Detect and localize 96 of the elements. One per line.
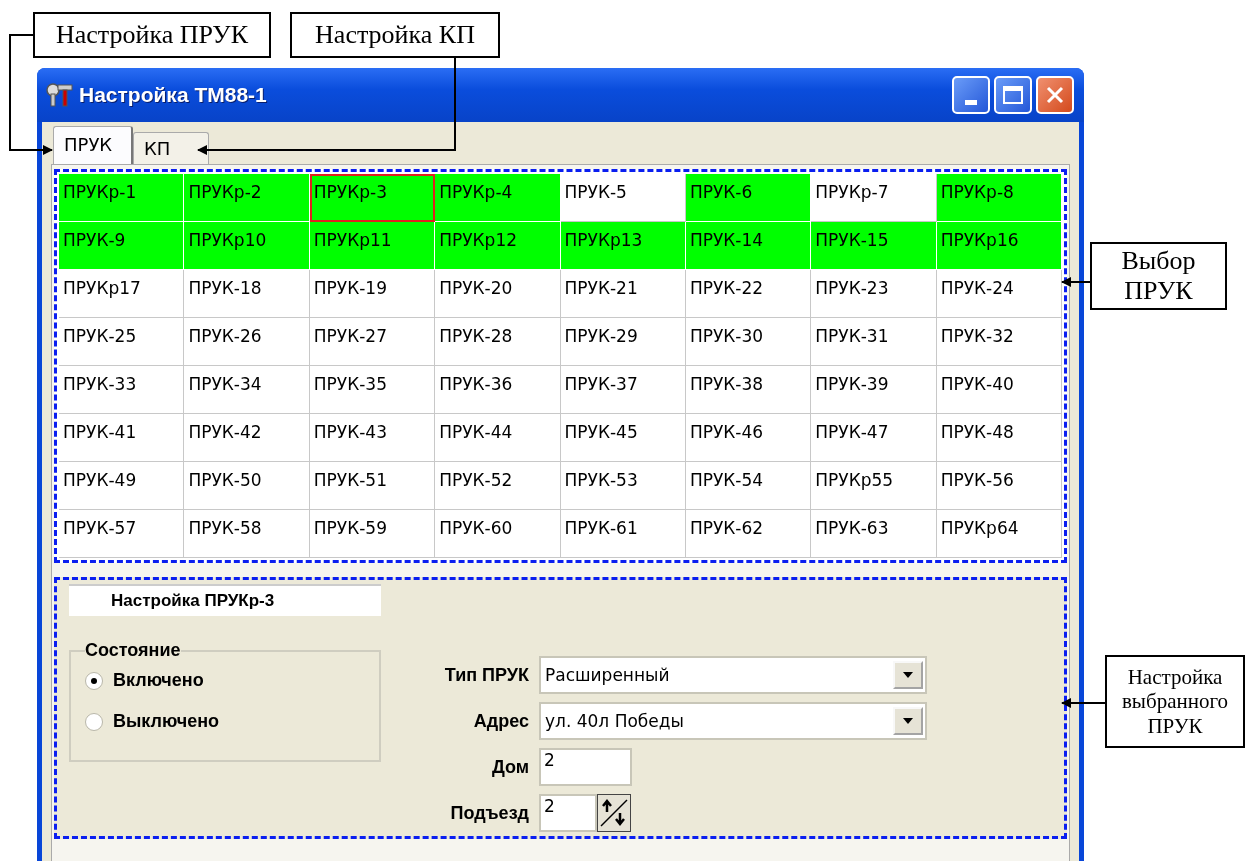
grid-cell[interactable]: ПРУК-33 <box>59 366 185 414</box>
grid-cell[interactable]: ПРУК-6 <box>685 174 812 222</box>
tools-icon <box>45 82 73 108</box>
grid-cell[interactable]: ПРУК-34 <box>184 366 310 414</box>
tab[interactable]: ПРУК <box>53 126 133 164</box>
grid-cell[interactable]: ПРУК-35 <box>309 366 436 414</box>
grid-cell[interactable]: ПРУК-46 <box>685 414 812 462</box>
grid-cell[interactable]: ПРУК-5 <box>560 174 686 222</box>
close-icon <box>1045 85 1065 105</box>
grid-cell[interactable]: ПРУК-56 <box>936 462 1062 510</box>
grid-cell[interactable]: ПРУКр10 <box>184 222 310 270</box>
grid-cell[interactable]: ПРУК-43 <box>309 414 436 462</box>
grid-cell[interactable]: ПРУК-40 <box>936 366 1062 414</box>
grid-cell[interactable]: ПРУК-39 <box>811 366 937 414</box>
grid-cell[interactable]: ПРУК-48 <box>936 414 1062 462</box>
grid-cell[interactable]: ПРУК-52 <box>435 462 561 510</box>
field-label: Дом <box>490 756 529 778</box>
grid-cell[interactable]: ПРУК-20 <box>435 270 561 318</box>
grid-cell[interactable]: ПРУК-32 <box>936 318 1062 366</box>
grid-cell[interactable]: ПРУК-44 <box>435 414 561 462</box>
callout-label: Настройка выбранного ПРУК <box>1105 655 1245 748</box>
tab[interactable]: КП <box>133 132 209 164</box>
grid-cell[interactable]: ПРУК-60 <box>435 510 561 558</box>
grid-cell[interactable]: ПРУКр17 <box>59 270 185 318</box>
grid-cell[interactable]: ПРУК-18 <box>184 270 310 318</box>
grid-cell[interactable]: ПРУКр-1 <box>59 174 185 222</box>
grid-cell[interactable]: ПРУК-62 <box>685 510 812 558</box>
combo-box[interactable]: Расширенный <box>539 656 927 694</box>
grid-cell[interactable]: ПРУК-38 <box>685 366 812 414</box>
grid-cell[interactable]: ПРУКр-8 <box>936 174 1062 222</box>
grid-cell[interactable]: ПРУК-49 <box>59 462 185 510</box>
grid-cell[interactable]: ПРУК-22 <box>685 270 812 318</box>
grid-cell[interactable]: ПРУК-57 <box>59 510 185 558</box>
minimize-icon <box>965 99 977 105</box>
grid-cell[interactable]: ПРУК-47 <box>811 414 937 462</box>
spin-button[interactable] <box>597 794 631 832</box>
grid-cell[interactable]: ПРУК-9 <box>59 222 185 270</box>
grid-cell[interactable]: ПРУК-42 <box>184 414 310 462</box>
grid-cell[interactable]: ПРУК-19 <box>309 270 436 318</box>
grid-cell[interactable]: ПРУК-30 <box>685 318 812 366</box>
grid-cell[interactable]: ПРУКр16 <box>936 222 1062 270</box>
grid-cell[interactable]: ПРУКр13 <box>560 222 686 270</box>
grid-cell[interactable]: ПРУК-25 <box>59 318 185 366</box>
input-field[interactable]: 2 <box>539 794 597 832</box>
grid-cell[interactable]: ПРУК-36 <box>435 366 561 414</box>
field-label: Тип ПРУК <box>443 664 529 686</box>
grid-cell[interactable]: ПРУКр-2 <box>184 174 310 222</box>
field-label: Подъезд <box>449 802 529 824</box>
grid-cell[interactable]: ПРУК-41 <box>59 414 185 462</box>
callout-label: Настройка ПРУК <box>33 12 271 58</box>
radio-button[interactable] <box>85 671 103 690</box>
grid-cell[interactable]: ПРУК-37 <box>560 366 686 414</box>
grid-cell[interactable]: ПРУК-59 <box>309 510 436 558</box>
close-button[interactable] <box>1036 76 1074 114</box>
grid-cell[interactable]: ПРУК-24 <box>936 270 1062 318</box>
grid-cell[interactable]: ПРУКр64 <box>936 510 1062 558</box>
callout-label: Выбор ПРУК <box>1090 242 1227 310</box>
grid-cell[interactable]: ПРУКр55 <box>811 462 937 510</box>
radio-label: Включено <box>113 670 204 691</box>
window-title: Настройка ТМ88-1 <box>79 83 268 107</box>
dropdown-icon[interactable] <box>893 661 923 689</box>
grid-cell[interactable]: ПРУКр12 <box>435 222 561 270</box>
grid-cell[interactable]: ПРУК-28 <box>435 318 561 366</box>
grid-cell[interactable]: ПРУКр-7 <box>811 174 937 222</box>
grid-cell[interactable]: ПРУК-26 <box>184 318 310 366</box>
callout-label: Настройка КП <box>290 12 500 58</box>
dropdown-icon[interactable] <box>893 707 923 735</box>
grid-cell[interactable]: ПРУКр11 <box>309 222 436 270</box>
maximize-button[interactable] <box>994 76 1032 114</box>
maximize-icon <box>1003 86 1023 104</box>
grid-cell[interactable]: ПРУК-58 <box>184 510 310 558</box>
field-label: Адрес <box>472 710 529 732</box>
grid-cell[interactable]: ПРУК-14 <box>685 222 812 270</box>
callout-arrow <box>1061 698 1106 708</box>
grid-cell[interactable]: ПРУК-63 <box>811 510 937 558</box>
input-field[interactable]: 2 <box>539 748 632 786</box>
grid-cell[interactable]: ПРУК-50 <box>184 462 310 510</box>
grid-cell[interactable]: ПРУКр-3 <box>309 174 436 222</box>
callout-arrow <box>1061 277 1091 287</box>
grid-cell[interactable]: ПРУКр-4 <box>435 174 561 222</box>
grid-cell[interactable]: ПРУК-54 <box>685 462 812 510</box>
grid-cell[interactable]: ПРУК-51 <box>309 462 436 510</box>
grid-cell[interactable]: ПРУК-29 <box>560 318 686 366</box>
minimize-button[interactable] <box>952 76 990 114</box>
grid-cell[interactable]: ПРУК-61 <box>560 510 686 558</box>
radio-button[interactable] <box>85 712 103 731</box>
grid-cell[interactable]: ПРУК-27 <box>309 318 436 366</box>
grid-cell[interactable]: ПРУК-23 <box>811 270 937 318</box>
grid-cell[interactable]: ПРУК-53 <box>560 462 686 510</box>
grid-cell[interactable]: ПРУК-21 <box>560 270 686 318</box>
combo-box[interactable]: ул. 40л Победы <box>539 702 927 740</box>
grid-cell[interactable]: ПРУК-31 <box>811 318 937 366</box>
radio-label: Выключено <box>113 711 220 732</box>
settings-header: Настройка ПРУКр-3 <box>69 584 381 616</box>
grid-cell[interactable]: ПРУК-15 <box>811 222 937 270</box>
grid-cell[interactable]: ПРУК-45 <box>560 414 686 462</box>
